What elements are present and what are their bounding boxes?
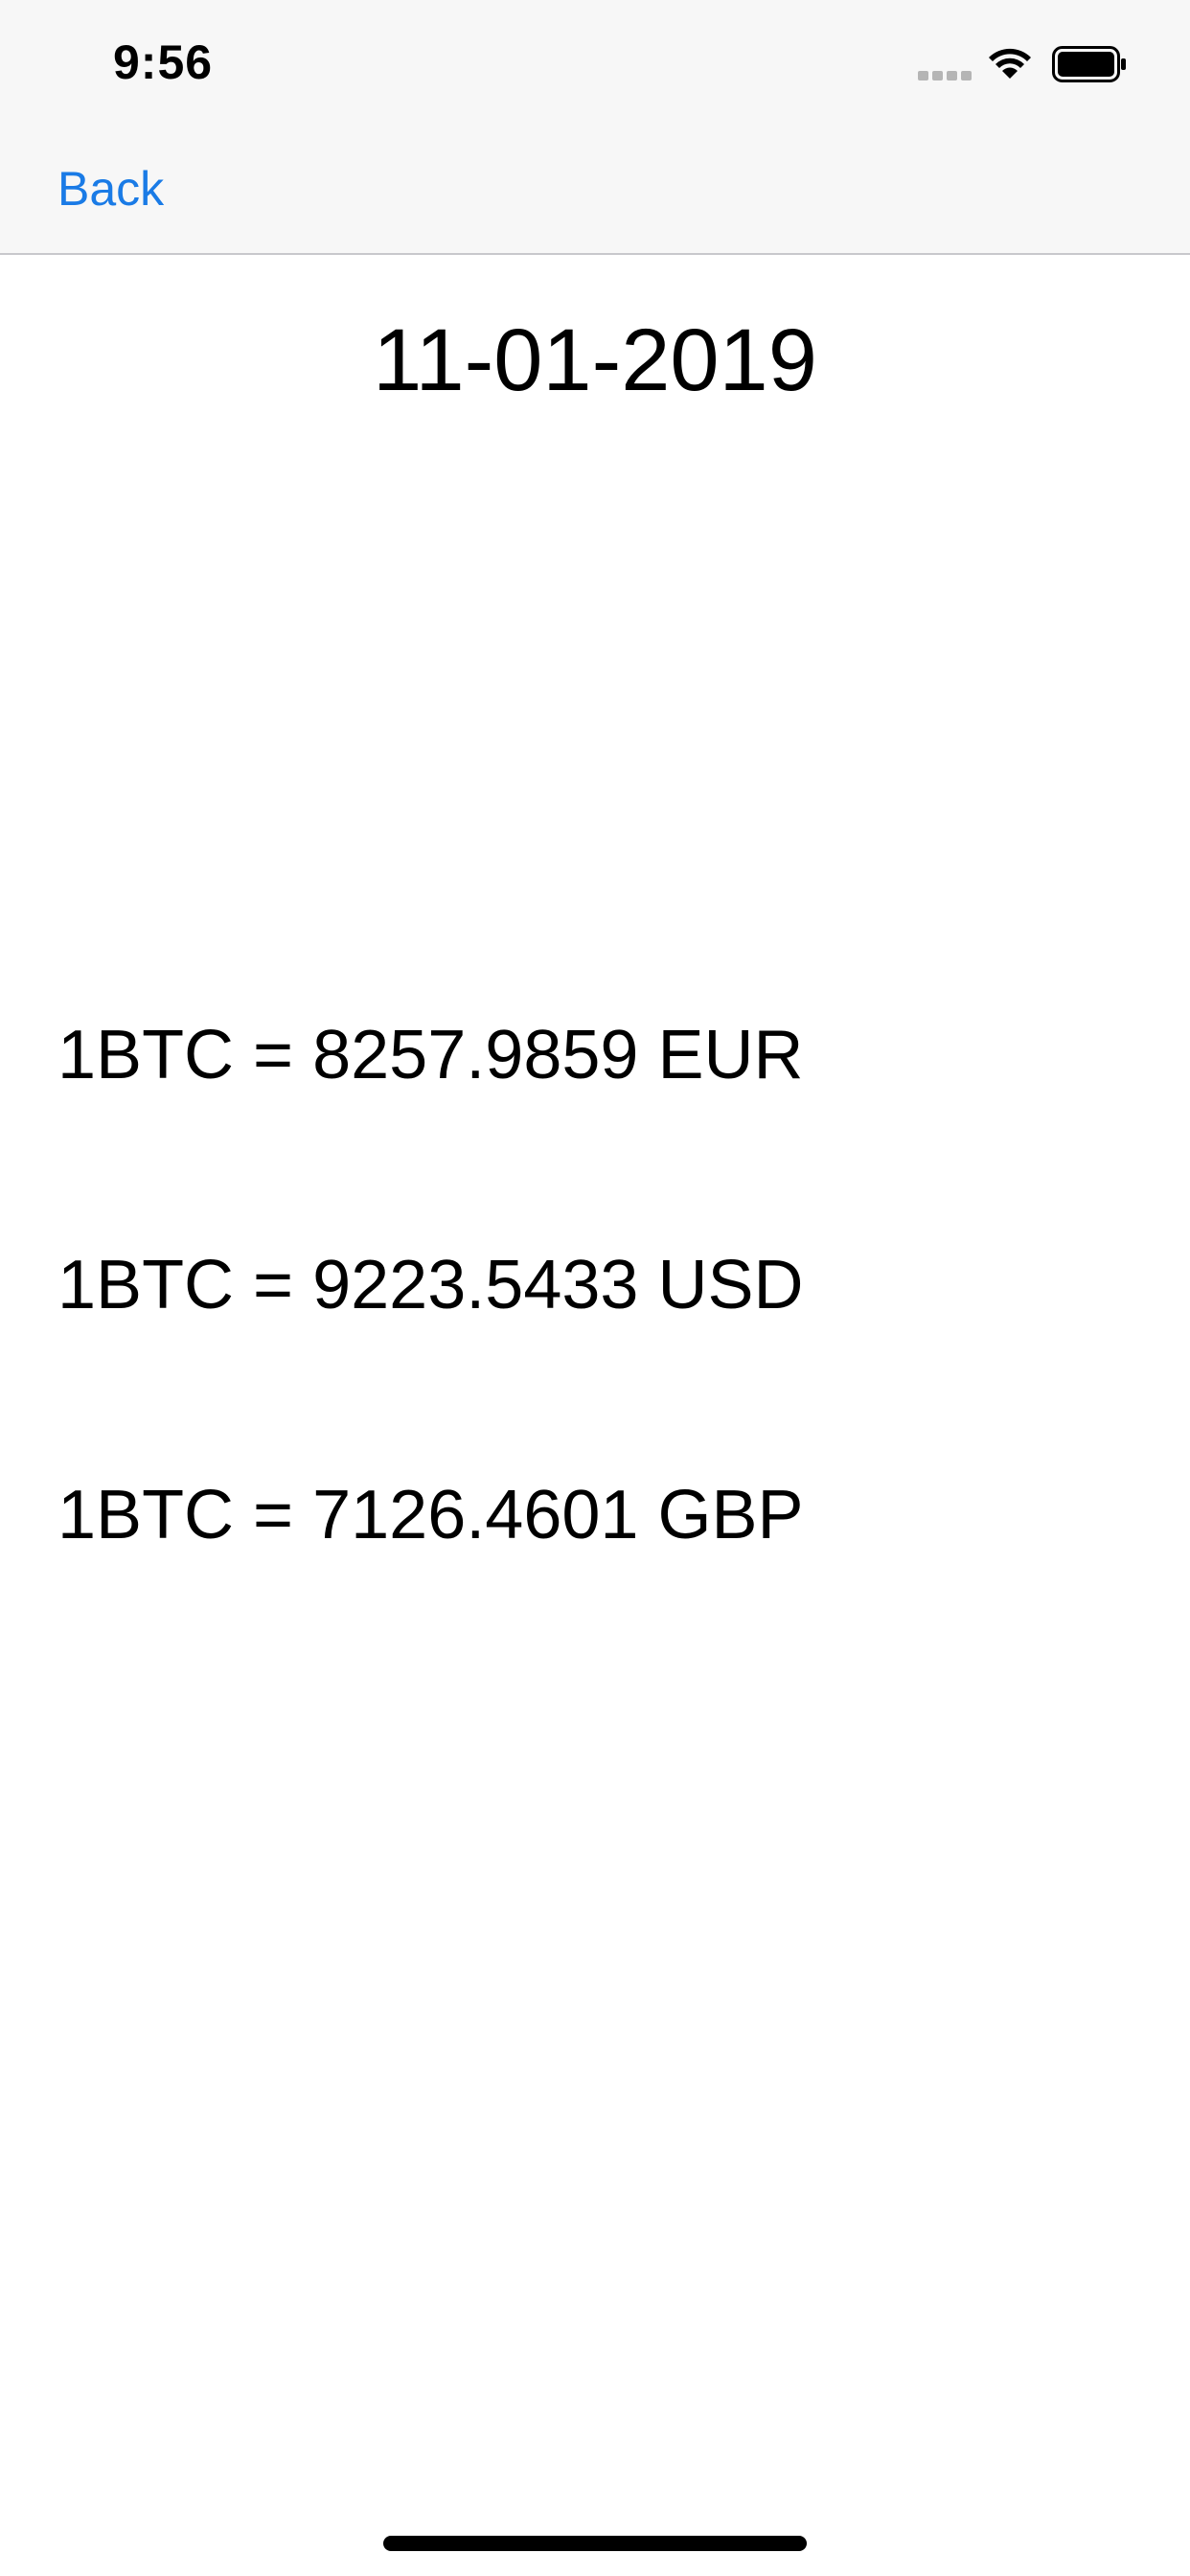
signal-bar xyxy=(918,71,928,80)
rate-gbp: 1BTC = 7126.4601 GBP xyxy=(57,1477,804,1553)
screen: 9:56 Back 11-01-2019 1BTC = 8257.9859 EU… xyxy=(0,0,1190,2576)
battery-icon xyxy=(1052,46,1126,82)
signal-bar xyxy=(961,71,972,80)
cellular-signal-icon xyxy=(918,71,972,80)
status-time: 9:56 xyxy=(113,35,214,89)
signal-bar xyxy=(932,71,943,80)
signal-bar xyxy=(947,71,957,80)
date-title: 11-01-2019 xyxy=(373,311,817,409)
back-button[interactable]: Back xyxy=(57,161,164,217)
rate-eur: 1BTC = 8257.9859 EUR xyxy=(57,1017,804,1093)
rate-usd: 1BTC = 9223.5433 USD xyxy=(57,1247,804,1323)
navigation-bar: 9:56 Back xyxy=(0,0,1190,255)
home-indicator[interactable] xyxy=(383,2536,807,2551)
wifi-icon xyxy=(989,48,1031,79)
